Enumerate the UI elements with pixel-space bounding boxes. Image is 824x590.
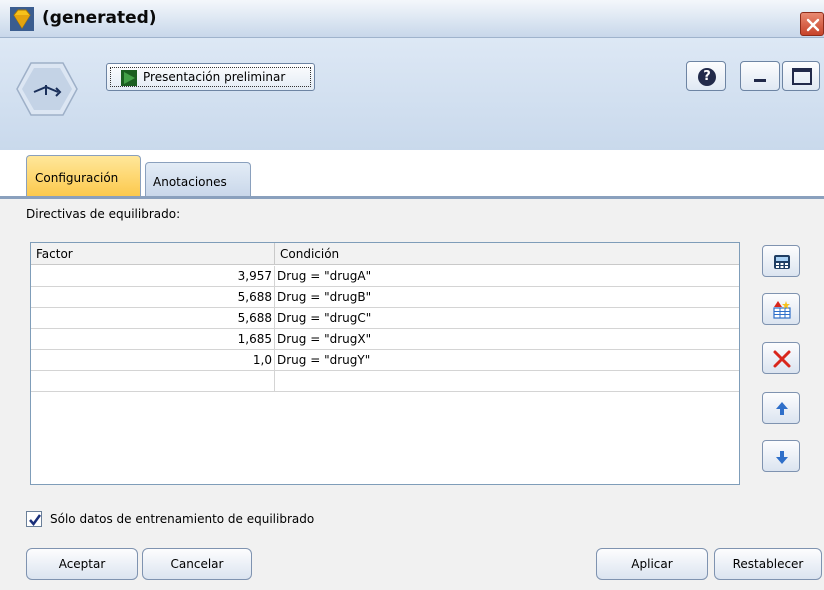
add-row-button[interactable] [762, 293, 800, 325]
table-row-empty[interactable] [31, 371, 739, 392]
column-header-factor[interactable]: Factor [31, 243, 275, 265]
factor-cell[interactable]: 1,0 [31, 350, 275, 370]
factor-cell[interactable] [31, 371, 275, 391]
title-bar: (generated) [0, 0, 824, 38]
maximize-icon [792, 68, 812, 85]
close-button[interactable] [800, 12, 824, 36]
table-row[interactable]: 3,957 Drug = "drugA" [31, 266, 739, 287]
factor-cell[interactable]: 5,688 [31, 287, 275, 307]
apply-button[interactable]: Aplicar [596, 548, 708, 580]
balance-training-checkbox[interactable] [26, 511, 42, 527]
factor-cell[interactable]: 5,688 [31, 308, 275, 328]
play-icon [121, 70, 137, 86]
tab-configuracion[interactable]: Configuración [26, 155, 141, 196]
condition-cell[interactable]: Drug = "drugB" [277, 287, 737, 307]
reset-button[interactable]: Restablecer [714, 548, 822, 580]
checkbox-label[interactable]: Sólo datos de entrenamiento de equilibra… [50, 512, 314, 526]
table-row[interactable]: 5,688 Drug = "drugC" [31, 308, 739, 329]
section-label: Directivas de equilibrado: [26, 207, 181, 221]
window-title: (generated) [42, 8, 157, 28]
preview-label: Presentación preliminar [143, 70, 286, 84]
condition-cell[interactable]: Drug = "drugA" [277, 266, 737, 286]
factor-cell[interactable]: 1,685 [31, 329, 275, 349]
delete-icon [773, 350, 791, 368]
checkmark-icon [29, 514, 42, 527]
factor-cell[interactable]: 3,957 [31, 266, 275, 286]
calculator-icon [774, 255, 790, 269]
condition-cell[interactable]: Drug = "drugC" [277, 308, 737, 328]
delete-row-button[interactable] [762, 342, 800, 374]
condition-cell[interactable]: Drug = "drugY" [277, 350, 737, 370]
move-up-button[interactable] [762, 392, 800, 424]
arrow-up-icon [776, 402, 788, 415]
minimize-button[interactable] [740, 61, 780, 91]
cancel-button[interactable]: Cancelar [142, 548, 252, 580]
table-header: Factor Condición [31, 243, 739, 265]
balance-directives-table[interactable]: Factor Condición 3,957 Drug = "drugA" 5,… [30, 242, 740, 485]
ok-button[interactable]: Aceptar [26, 548, 138, 580]
help-button[interactable]: ? [686, 61, 726, 91]
toolbar: Presentación preliminar ? [0, 38, 824, 150]
help-icon: ? [698, 68, 716, 86]
column-header-condition[interactable]: Condición [275, 243, 739, 265]
move-down-button[interactable] [762, 440, 800, 472]
table-row[interactable]: 1,685 Drug = "drugX" [31, 329, 739, 350]
minimize-icon [754, 79, 766, 82]
arrow-down-icon [776, 451, 788, 464]
close-icon [806, 18, 820, 32]
maximize-button[interactable] [782, 61, 820, 91]
preview-button[interactable]: Presentación preliminar [106, 63, 315, 91]
diamond-app-icon [10, 7, 34, 31]
tab-label: Configuración [35, 171, 119, 185]
calculator-button[interactable] [762, 245, 800, 277]
table-row[interactable]: 5,688 Drug = "drugB" [31, 287, 739, 308]
balance-node-icon [16, 62, 78, 116]
tab-anotaciones[interactable]: Anotaciones [145, 162, 251, 196]
condition-cell[interactable]: Drug = "drugX" [277, 329, 737, 349]
add-row-icon [773, 301, 791, 319]
dialog-window: (generated) Presentación preliminar ? Co… [0, 0, 824, 590]
table-row[interactable]: 1,0 Drug = "drugY" [31, 350, 739, 371]
tab-label: Anotaciones [153, 175, 227, 189]
condition-cell[interactable] [277, 371, 737, 391]
